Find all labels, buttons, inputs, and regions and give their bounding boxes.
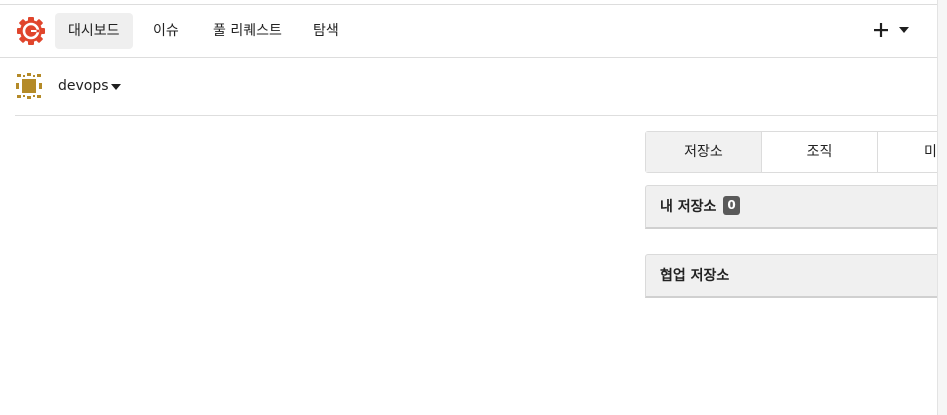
avatar[interactable] [15, 72, 43, 100]
nav-pull-requests[interactable]: 풀 리퀘스트 [200, 13, 295, 49]
divider [15, 115, 937, 116]
tab-repositories[interactable]: 저장소 [646, 132, 762, 172]
my-repos-header: 내 저장소 0 [645, 185, 937, 229]
caret-down-icon[interactable] [110, 82, 122, 92]
nav-issues[interactable]: 이슈 [140, 13, 192, 49]
context-switcher[interactable]: devops [0, 58, 937, 116]
caret-down-icon[interactable] [896, 18, 912, 42]
scrollbar[interactable] [937, 0, 947, 415]
page: 대시보드 이슈 풀 리퀘스트 탐색 devops 저장소 조직 미 내 저장소 … [0, 0, 947, 415]
collab-repos-header: 협업 저장소 [645, 254, 937, 298]
collab-repos-title: 협업 저장소 [660, 268, 730, 284]
nav-dashboard[interactable]: 대시보드 [55, 13, 133, 49]
repo-tabs: 저장소 조직 미러 [645, 131, 937, 173]
context-name[interactable]: devops [58, 76, 109, 96]
nav-explore[interactable]: 탐색 [300, 13, 352, 49]
repo-panel: 저장소 조직 미러 내 저장소 0 협업 저장소 [645, 131, 937, 415]
gitea-logo-icon[interactable] [16, 16, 46, 46]
my-repos-count-badge: 0 [723, 196, 740, 215]
my-repos-title: 내 저장소 [660, 199, 717, 215]
top-navbar: 대시보드 이슈 풀 리퀘스트 탐색 [0, 4, 937, 58]
tab-mirrors[interactable]: 미러 [878, 132, 937, 172]
plus-icon[interactable] [871, 18, 891, 42]
tab-organizations[interactable]: 조직 [762, 132, 878, 172]
